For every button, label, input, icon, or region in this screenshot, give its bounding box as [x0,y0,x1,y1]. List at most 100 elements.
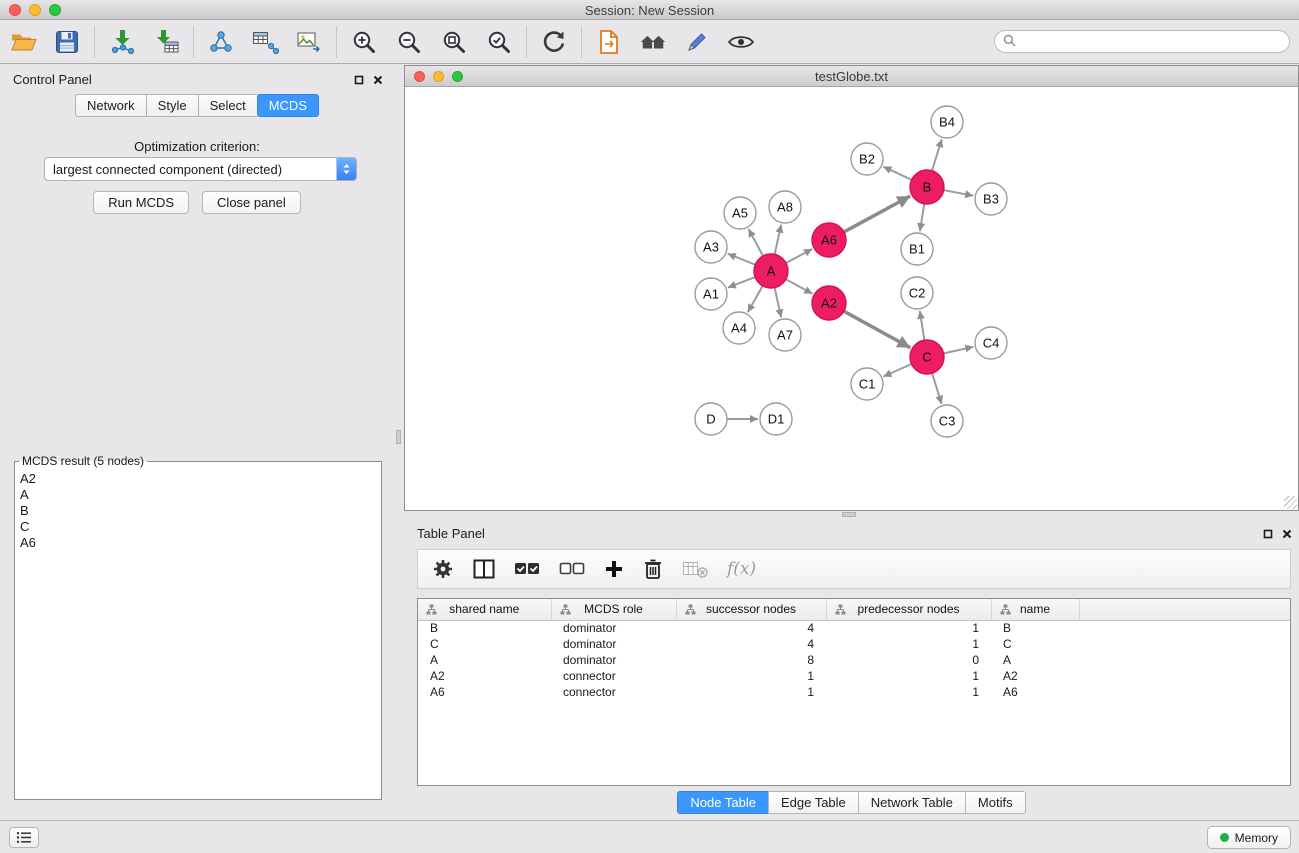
close-panel-button[interactable]: Close panel [202,191,301,214]
edge-A-A3[interactable] [728,254,756,265]
function-builder-icon[interactable]: f(x) [727,559,756,579]
edge-A6-B[interactable] [844,196,910,232]
edge-C-C4[interactable] [944,347,974,354]
select-all-icon[interactable] [514,560,540,578]
column-header[interactable]: predecessor nodes [826,599,991,620]
resize-grip[interactable] [1284,496,1297,509]
show-columns-icon[interactable] [473,559,495,579]
tab-style[interactable]: Style [146,94,198,117]
tab-mcds[interactable]: MCDS [257,94,319,117]
save-session-icon[interactable] [53,28,81,56]
home-icon[interactable] [639,28,667,56]
optimization-dropdown[interactable]: largest connected component (directed) [44,157,357,181]
node-A7[interactable]: A7 [769,319,801,351]
edge-C-C2[interactable] [920,311,925,340]
edge-A-A4[interactable] [748,286,763,313]
import-network-icon[interactable] [108,28,136,56]
node-B3[interactable]: B3 [975,183,1007,215]
node-C2[interactable]: C2 [901,277,933,309]
eye-icon[interactable] [727,28,755,56]
close-table-panel-icon[interactable] [1282,527,1292,542]
result-item[interactable]: A [20,487,376,503]
table-settings-gear-icon[interactable] [432,558,454,580]
edge-A-A2[interactable] [786,279,813,294]
node-A8[interactable]: A8 [769,191,801,223]
task-history-button[interactable] [9,827,39,848]
export-image-icon[interactable] [295,28,323,56]
node-B1[interactable]: B1 [901,233,933,265]
deselect-all-icon[interactable] [559,560,585,578]
search-input[interactable] [1021,35,1281,49]
table-row[interactable]: Adominator80A [418,652,1290,668]
horizontal-split-handle[interactable] [842,512,856,517]
edge-A-A8[interactable] [775,225,782,255]
open-session-icon[interactable] [9,28,37,56]
node-D1[interactable]: D1 [760,403,792,435]
memory-button[interactable]: Memory [1207,826,1291,849]
tab-network[interactable]: Network [75,94,146,117]
network-close-button[interactable] [414,71,425,82]
search-field[interactable] [994,30,1290,53]
node-D[interactable]: D [695,403,727,435]
edge-A-A5[interactable] [749,229,764,256]
node-B[interactable]: B [910,170,944,204]
network-zoom-button[interactable] [452,71,463,82]
vertical-split-handle[interactable] [396,430,401,444]
edge-A-A1[interactable] [728,277,755,288]
new-network-icon[interactable] [207,28,235,56]
network-from-table-icon[interactable] [251,28,279,56]
node-A[interactable]: A [754,254,788,288]
column-header[interactable]: name [991,599,1079,620]
edge-B-B4[interactable] [932,139,942,171]
zoom-selected-icon[interactable] [485,28,513,56]
table-row[interactable]: Bdominator41B [418,620,1290,636]
table-row[interactable]: A6connector11A6 [418,684,1290,700]
node-C[interactable]: C [910,340,944,374]
table-row[interactable]: A2connector11A2 [418,668,1290,684]
zoom-fit-icon[interactable] [440,28,468,56]
column-header[interactable]: successor nodes [676,599,826,620]
zoom-in-icon[interactable] [350,28,378,56]
tab-network-table[interactable]: Network Table [858,791,965,814]
node-A3[interactable]: A3 [695,231,727,263]
run-mcds-button[interactable]: Run MCDS [93,191,189,214]
result-item[interactable]: A6 [20,535,376,551]
node-C4[interactable]: C4 [975,327,1007,359]
column-header[interactable]: shared name [418,599,551,620]
open-document-icon[interactable] [595,28,623,56]
node-A6[interactable]: A6 [812,223,846,257]
table-row[interactable]: Cdominator41C [418,636,1290,652]
node-A5[interactable]: A5 [724,197,756,229]
delete-column-trash-icon[interactable] [643,558,663,580]
edge-C-C3[interactable] [932,373,942,404]
node-C3[interactable]: C3 [931,405,963,437]
node-C1[interactable]: C1 [851,368,883,400]
close-panel-icon[interactable] [373,73,383,88]
apply-layout-icon[interactable] [540,28,568,56]
tab-motifs[interactable]: Motifs [965,791,1026,814]
edge-B-B2[interactable] [883,167,911,180]
float-table-panel-icon[interactable] [1263,527,1273,542]
network-minimize-button[interactable] [433,71,444,82]
import-table-icon[interactable] [152,28,180,56]
tab-select[interactable]: Select [198,94,257,117]
network-window-titlebar[interactable]: testGlobe.txt [405,66,1298,87]
delete-table-icon[interactable] [682,559,708,579]
node-A2[interactable]: A2 [812,286,846,320]
edge-C-C1[interactable] [883,364,911,377]
tab-node-table[interactable]: Node Table [677,791,768,814]
result-item[interactable]: B [20,503,376,519]
result-item[interactable]: A2 [20,471,376,487]
node-B2[interactable]: B2 [851,143,883,175]
network-graph[interactable]: B4B2BB3A5A8A6B1A3AC2A1A2A4A7C4CC1C3DD1 [405,88,1298,511]
add-column-icon[interactable] [604,559,624,579]
node-A1[interactable]: A1 [695,278,727,310]
edge-B-B3[interactable] [944,190,974,196]
annotation-pen-icon[interactable] [683,28,711,56]
tab-edge-table[interactable]: Edge Table [768,791,858,814]
result-item[interactable]: C [20,519,376,535]
edge-B-B1[interactable] [920,204,924,231]
edge-A-A7[interactable] [775,288,782,318]
zoom-out-icon[interactable] [395,28,423,56]
network-canvas[interactable]: B4B2BB3A5A8A6B1A3AC2A1A2A4A7C4CC1C3DD1 [405,88,1298,510]
